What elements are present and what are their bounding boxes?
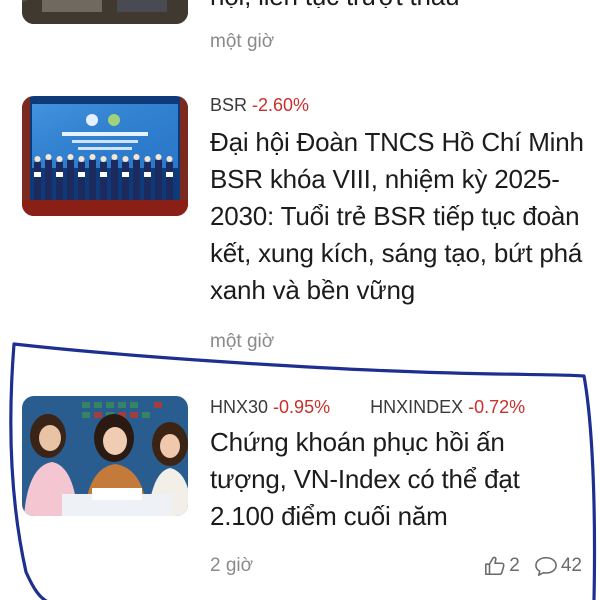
article-thumbnail[interactable] [22,0,188,24]
thumbs-up-icon [485,556,505,576]
article-title[interactable]: Chứng khoán phục hồi ấn tượng, VN-Index … [210,424,585,535]
ticker-change: -0.72% [468,397,526,417]
comment-count: 42 [560,555,582,576]
article-thumbnail[interactable] [22,96,188,216]
ticker-row[interactable]: BSR -2.60% [210,94,309,116]
comment-button[interactable]: 42 [534,555,582,577]
article-title[interactable]: Đại hội Đoàn TNCS Hồ Chí Minh BSR khóa V… [210,124,585,309]
news-feed: hội, liên tục trượt thầu một giờ [0,0,600,600]
article-thumbnail[interactable] [22,396,188,516]
article-timestamp: một giờ [210,331,275,352]
article-timestamp: một giờ [210,31,275,52]
article-timestamp: 2 giờ [210,555,254,576]
article-title[interactable]: hội, liên tục trượt thầu [210,0,585,8]
ticker-change: -2.60% [252,95,310,115]
ticker-symbol[interactable]: HNXINDEX [370,397,463,417]
ticker-symbol[interactable]: HNX30 [210,397,268,417]
ticker-change: -0.95% [273,397,331,417]
ticker-symbol[interactable]: BSR [210,95,247,115]
ticker-row[interactable]: HNX30 -0.95% HNXINDEX -0.72% [210,396,525,418]
like-count: 2 [509,555,520,576]
engagement-stats: 2 42 [484,555,582,577]
comment-bubble-icon [534,556,557,576]
like-button[interactable]: 2 [484,555,520,577]
